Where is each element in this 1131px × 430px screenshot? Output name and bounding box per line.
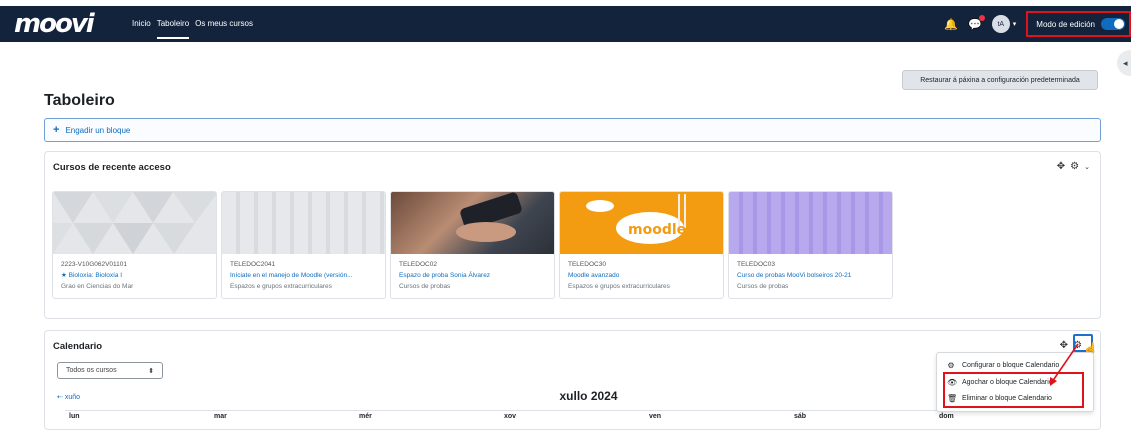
menu-item-label: Configurar o bloque Calendario <box>962 362 1060 369</box>
annotation-highlight-box <box>943 372 1084 408</box>
chevron-left-icon: ◂ <box>1123 57 1128 68</box>
course-link[interactable]: Espazo de proba Sonia Álvarez <box>399 270 546 281</box>
plus-icon: + <box>53 124 60 136</box>
notification-badge <box>978 14 985 21</box>
nav-link-taboleiro[interactable]: Taboleiro <box>156 6 190 42</box>
course-code: 2223-V10G062V01101 <box>61 261 128 268</box>
menu-item-configure[interactable]: ⚙ Configurar o bloque Calendario <box>947 361 1059 370</box>
course-filter-select[interactable]: Todos os cursos ⬍ <box>57 362 163 379</box>
top-navbar: moovi Inicio Taboleiro Os meus cursos 🔔 … <box>0 6 1131 42</box>
course-card[interactable]: TELEDOC02 Espazo de proba Sonia Álvarez … <box>390 191 555 299</box>
calendar-weekday-header: lun mar mér xov ven sáb dom <box>65 410 1080 424</box>
gear-icon: ⚙ <box>947 361 955 370</box>
drawer-toggle-button[interactable]: ◂ <box>1117 50 1131 76</box>
course-link[interactable]: Curso de probas MooVi bolseiros 20-21 <box>737 270 884 281</box>
bell-icon[interactable]: 🔔 <box>944 18 958 31</box>
navbar-user-area: 🔔 💬 tA ▾ Modo de edición <box>944 6 1131 42</box>
avatar[interactable]: tA <box>991 15 1010 33</box>
nav-link-os-meus-cursos[interactable]: Os meus cursos <box>195 6 253 42</box>
nav-link-inicio[interactable]: Inicio <box>132 6 151 42</box>
move-icon[interactable]: ✥ <box>1057 161 1065 172</box>
course-link[interactable]: ★ Bioloxía: Bioloxía I <box>61 270 208 281</box>
course-image[interactable] <box>222 192 385 254</box>
course-image[interactable]: moodle <box>560 192 723 254</box>
course-code: TELEDOC2041 <box>230 261 276 268</box>
move-icon[interactable]: ✥ <box>1060 340 1068 351</box>
block-title: Calendario <box>53 341 103 352</box>
edit-mode-control[interactable]: Modo de edición <box>1026 11 1131 37</box>
svg-text:moodle: moodle <box>628 222 686 238</box>
edit-mode-label: Modo de edición <box>1036 19 1095 29</box>
recent-courses-block: Cursos de recente acceso ✥ ⚙ ⌄ 2223-V10G… <box>44 151 1101 319</box>
moovi-logo[interactable]: moovi <box>14 8 95 40</box>
course-category: Grao en Ciencias do Mar <box>61 283 134 290</box>
course-card[interactable]: TELEDOC2041 Iníciate en el manejo de Moo… <box>221 191 386 299</box>
logo-text: moovi <box>14 9 95 39</box>
course-image[interactable] <box>391 192 554 254</box>
course-card[interactable]: moodle TELEDOC30 Moodle avanzado Espazos… <box>559 191 724 299</box>
course-card[interactable]: 2223-V10G062V01101 ★ Bioloxía: Bioloxía … <box>52 191 217 299</box>
messages-icon[interactable]: 💬 <box>968 14 985 31</box>
add-block-label: Engadir un bloque <box>65 125 131 135</box>
block-controls: ✥ ⚙ ⌄ <box>1057 161 1090 172</box>
block-title: Cursos de recente acceso <box>53 162 171 173</box>
course-category: Cursos de probas <box>737 283 789 290</box>
add-block-button[interactable]: + Engadir un bloque <box>44 118 1101 142</box>
course-image[interactable] <box>53 192 216 254</box>
reset-dashboard-button[interactable]: Restaurar á páxina a configuración prede… <box>902 70 1098 90</box>
course-category: Cursos de probas <box>399 283 451 290</box>
course-code: TELEDOC03 <box>737 261 775 268</box>
course-code: TELEDOC02 <box>399 261 437 268</box>
primary-navigation: Inicio Taboleiro Os meus cursos <box>132 6 253 42</box>
course-link[interactable]: Moodle avanzado <box>568 270 715 281</box>
chevron-down-icon[interactable]: ▾ <box>1013 20 1017 28</box>
chevron-down-icon[interactable]: ⌄ <box>1084 163 1090 171</box>
course-name: Bioloxía: Bioloxía I <box>68 272 123 279</box>
page-title: Taboleiro <box>44 92 115 109</box>
course-card[interactable]: TELEDOC03 Curso de probas MooVi bolseiro… <box>728 191 893 299</box>
course-category: Espazos e grupos extracurriculares <box>230 283 332 290</box>
course-link[interactable]: Iníciate en el manejo de Moodle (versión… <box>230 270 377 281</box>
course-image[interactable] <box>729 192 892 254</box>
course-filter-value: Todos os cursos <box>66 367 117 374</box>
star-icon: ★ <box>61 272 69 279</box>
course-code: TELEDOC30 <box>568 261 606 268</box>
course-category: Espazos e grupos extracurriculares <box>568 283 670 290</box>
edit-mode-toggle[interactable] <box>1101 18 1125 30</box>
gear-icon[interactable]: ⚙ <box>1070 161 1079 172</box>
select-arrows-icon: ⬍ <box>148 367 154 375</box>
